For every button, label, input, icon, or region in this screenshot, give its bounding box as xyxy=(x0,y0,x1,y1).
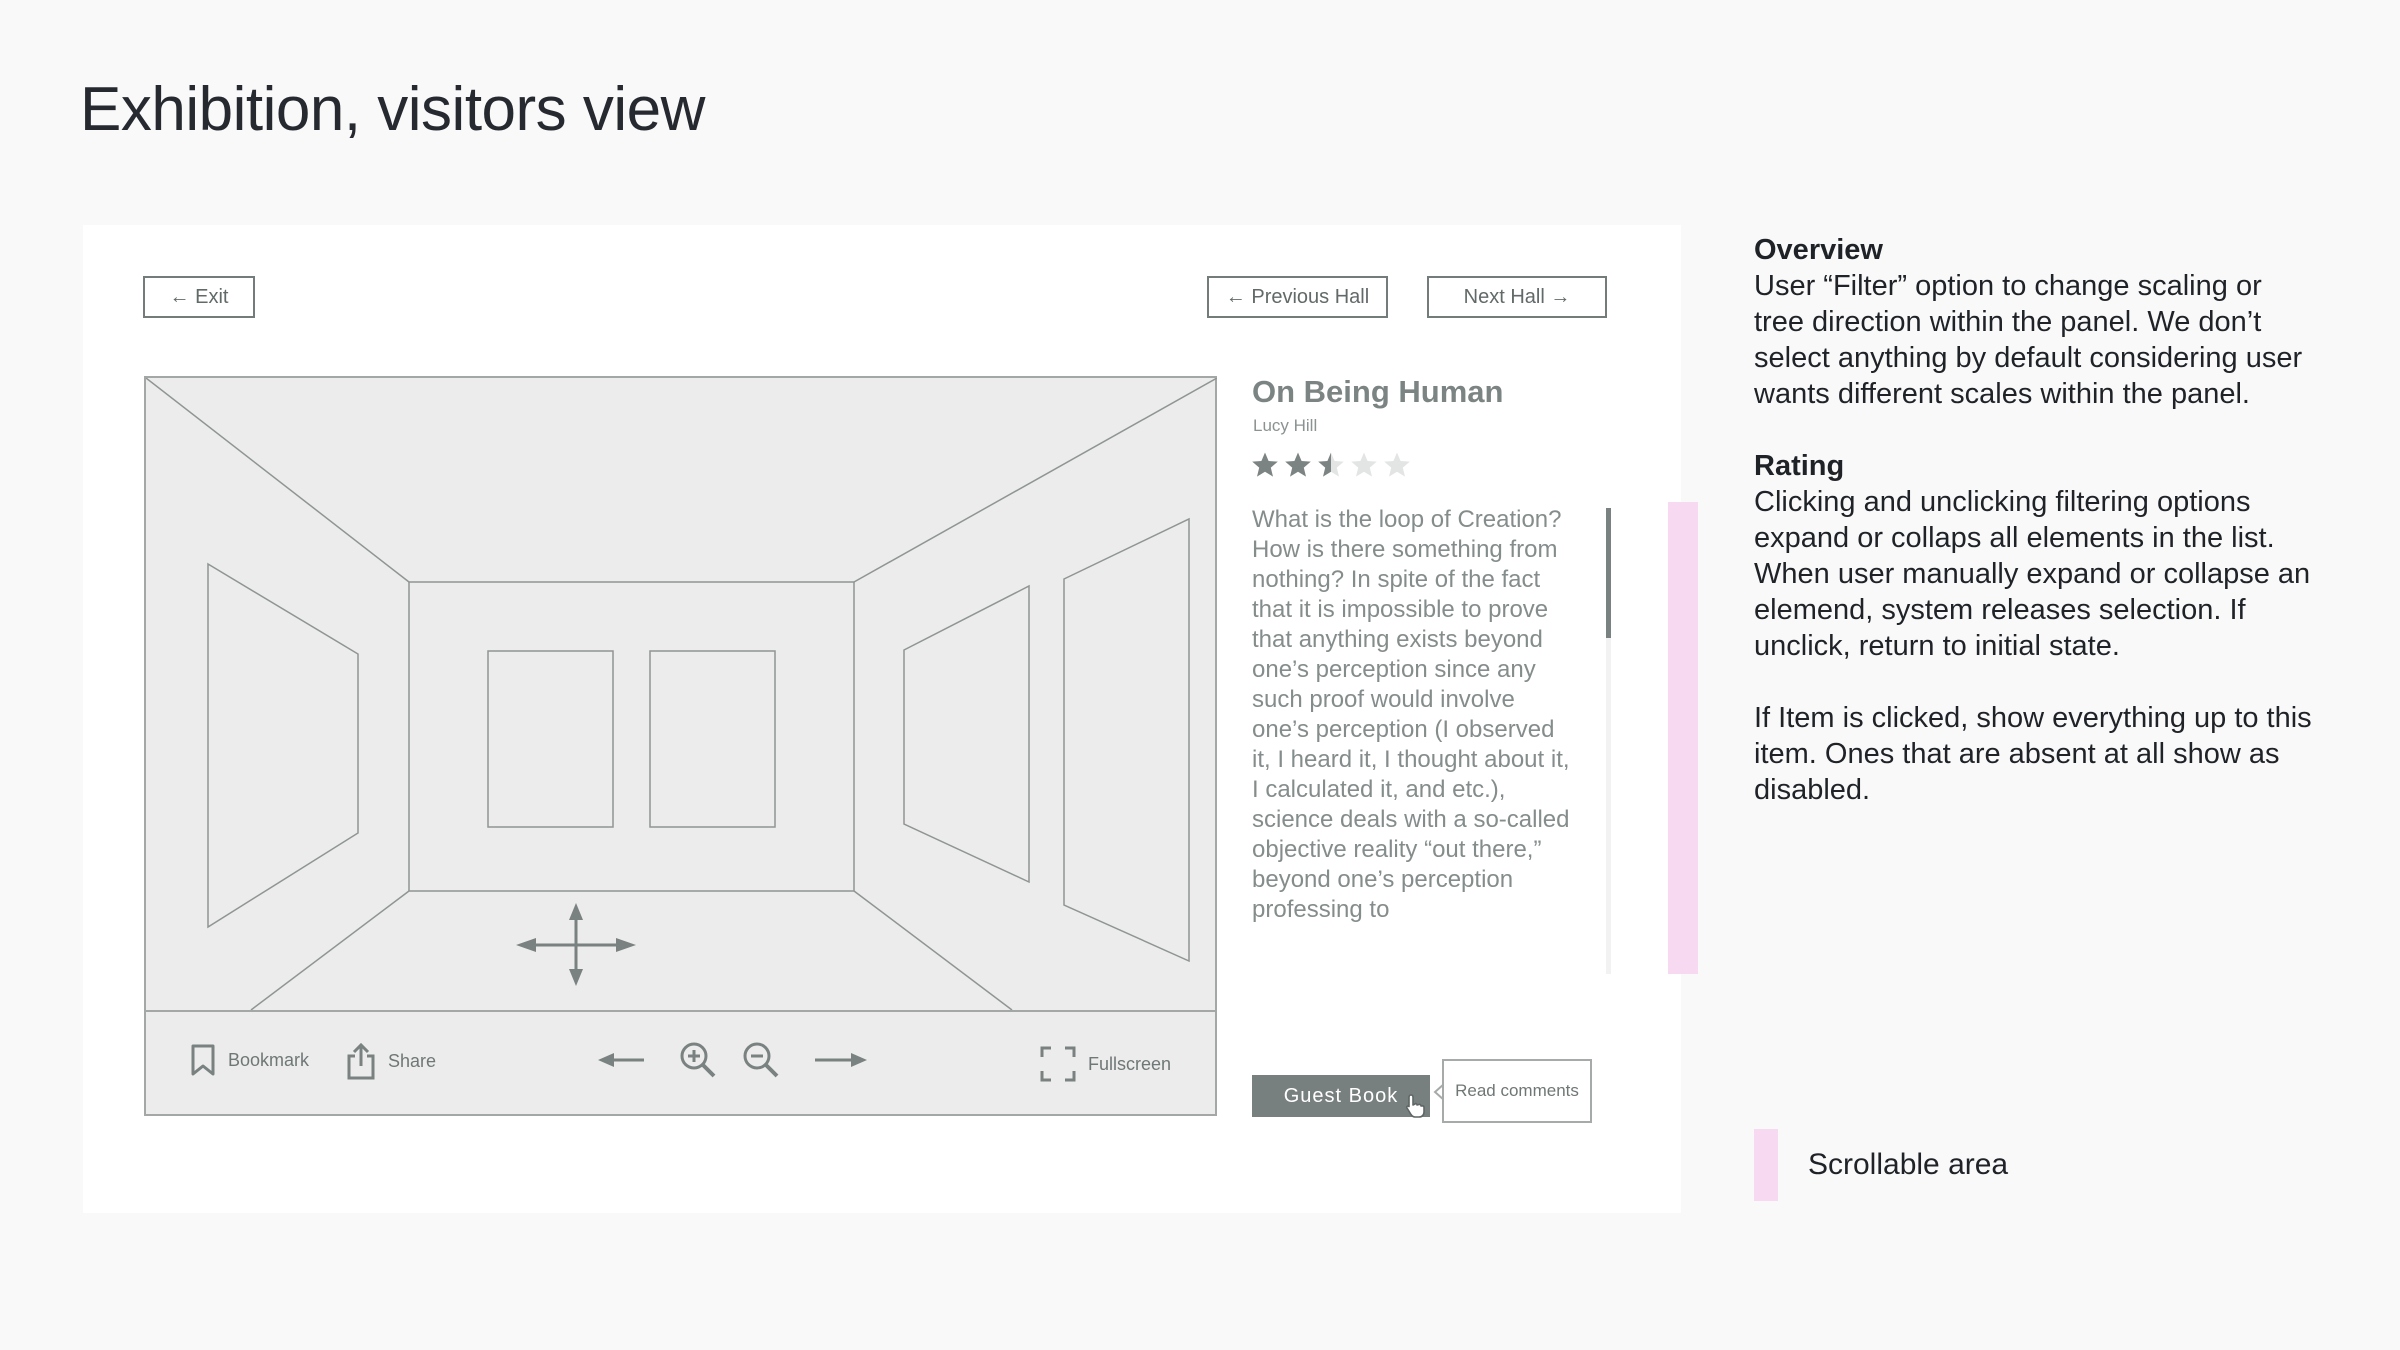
left-wall-painting xyxy=(207,562,359,929)
share-icon xyxy=(346,1042,376,1080)
star-icon[interactable] xyxy=(1350,451,1378,479)
artwork-author: Lucy Hill xyxy=(1253,416,1318,435)
scrollable-area-label: Scrollable area xyxy=(1808,1148,2009,1181)
bookmark-icon xyxy=(190,1044,216,1076)
pan-left-button[interactable] xyxy=(596,1050,646,1070)
rating-stars[interactable] xyxy=(1251,451,1411,479)
floor-edge-right xyxy=(853,890,1013,1010)
legend: Scrollable area xyxy=(1754,1129,2008,1201)
read-comments-tooltip[interactable]: Read comments xyxy=(1442,1059,1592,1123)
zoom-in-button[interactable] xyxy=(679,1041,717,1079)
rating-heading: Rating xyxy=(1754,450,1845,482)
rating-note: Rating Clicking and unclicking filtering… xyxy=(1754,448,2314,664)
star-icon[interactable] xyxy=(1317,451,1345,479)
back-painting-left xyxy=(487,650,614,828)
back-painting-right xyxy=(649,650,776,828)
previous-hall-button[interactable]: ← Previous Hall xyxy=(1207,276,1388,318)
zoom-out-icon xyxy=(742,1041,780,1079)
right-wall-painting-large xyxy=(1063,517,1190,963)
description-scrollbar-thumb[interactable] xyxy=(1606,508,1611,638)
page-title: Exhibition, visitors view xyxy=(80,75,705,144)
pan-move-icon xyxy=(516,903,636,986)
viewer-toolbar: Bookmark Share Fullscreen xyxy=(146,1010,1217,1116)
star-icon[interactable] xyxy=(1284,451,1312,479)
pan-right-button[interactable] xyxy=(813,1050,869,1070)
zoom-out-button[interactable] xyxy=(742,1041,780,1079)
share-button[interactable]: Share xyxy=(346,1042,436,1080)
hall-viewer[interactable]: Bookmark Share Fullscreen xyxy=(144,376,1217,1116)
hall-3d-view[interactable] xyxy=(146,378,1217,1010)
arrow-right-icon xyxy=(813,1050,869,1070)
scrollable-area-swatch xyxy=(1754,1129,1778,1201)
rating-text: Clicking and unclicking filtering option… xyxy=(1754,486,2311,662)
artwork-title: On Being Human xyxy=(1252,374,1504,409)
arrow-left-icon xyxy=(596,1050,646,1070)
overview-heading: Overview xyxy=(1754,234,1883,266)
hand-cursor-icon xyxy=(1404,1093,1426,1124)
artwork-description: What is the loop of Creation? How is the… xyxy=(1252,506,1570,923)
fullscreen-label: Fullscreen xyxy=(1088,1053,1172,1074)
fullscreen-icon xyxy=(1040,1046,1076,1082)
scrollable-area-marker xyxy=(1668,502,1698,974)
ceiling-edge-right xyxy=(853,378,1217,583)
bookmark-button[interactable]: Bookmark xyxy=(190,1044,309,1076)
item-note: If Item is clicked, show everything up t… xyxy=(1754,700,2314,808)
floor-edge-left xyxy=(250,890,410,1010)
next-hall-button[interactable]: Next Hall → xyxy=(1427,276,1607,318)
exhibition-frame: ← Exit ← Previous Hall Next Hall → Bookm… xyxy=(83,225,1698,1213)
back-wall xyxy=(408,581,855,892)
share-label: Share xyxy=(388,1050,437,1071)
annotation-notes: Overview User “Filter” option to change … xyxy=(1754,232,2314,844)
right-wall-painting-small xyxy=(903,584,1030,884)
star-icon[interactable] xyxy=(1383,451,1411,479)
star-icon[interactable] xyxy=(1251,451,1279,479)
fullscreen-button[interactable]: Fullscreen xyxy=(1040,1046,1171,1082)
exit-button[interactable]: ← Exit xyxy=(143,276,255,318)
overview-note: Overview User “Filter” option to change … xyxy=(1754,232,2314,412)
overview-text: User “Filter” option to change scaling o… xyxy=(1754,270,2303,410)
bookmark-label: Bookmark xyxy=(228,1049,310,1070)
item-text: If Item is clicked, show everything up t… xyxy=(1754,702,2312,806)
zoom-in-icon xyxy=(679,1041,717,1079)
ceiling-edge-left xyxy=(146,378,410,583)
